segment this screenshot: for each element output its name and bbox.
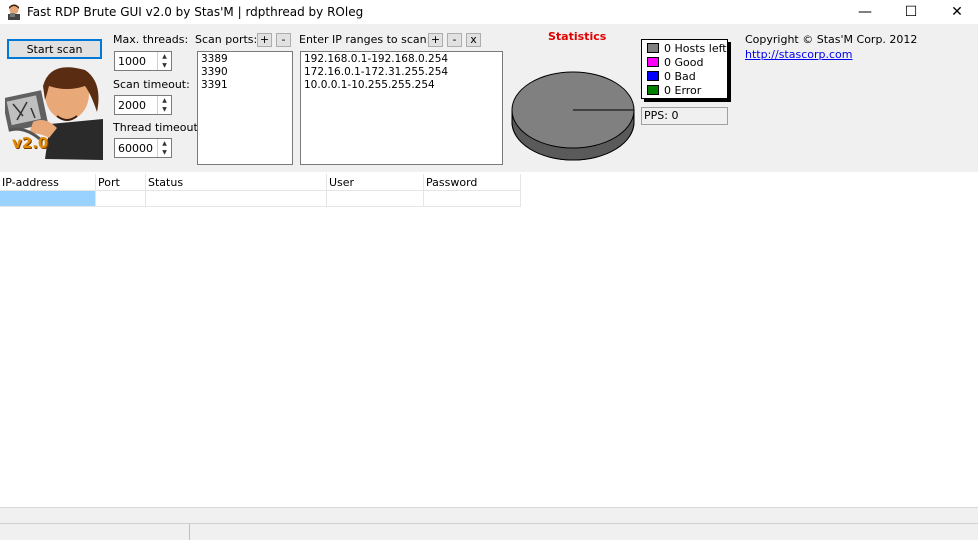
column-header-port[interactable]: Port [96,174,146,191]
max-threads-spinner[interactable]: 1000 ▲ ▼ [114,51,172,71]
spin-up-icon[interactable]: ▲ [158,96,171,105]
legend-item-error: 0 Error [647,83,701,97]
copyright-text: Copyright © Stas'M Corp. 2012 [745,33,918,46]
results-table-header: IP-address Port Status User Password [0,174,521,191]
table-row[interactable] [0,191,521,207]
thread-timeout-spinner[interactable]: 60000 ▲ ▼ [114,138,172,158]
close-icon: ✕ [951,4,963,20]
list-item[interactable]: 192.168.0.1-192.168.0.254 [304,53,499,66]
max-threads-value: 1000 [118,55,146,68]
list-item[interactable]: 10.0.0.1-10.255.255.254 [304,79,499,92]
scan-timeout-spinner[interactable]: 2000 ▲ ▼ [114,95,172,115]
legend-swatch [647,57,659,67]
pps-counter: PPS: 0 [641,107,728,125]
table-cell[interactable] [327,191,424,207]
status-bar [0,507,978,540]
minimize-icon: — [858,4,872,20]
legend-swatch [647,43,659,53]
remove-port-button[interactable]: - [276,33,291,47]
add-port-button[interactable]: + [257,33,272,47]
list-item[interactable]: 3391 [201,79,289,92]
spin-down-icon[interactable]: ▼ [158,61,171,70]
spin-up-icon[interactable]: ▲ [158,139,171,148]
legend-swatch [647,71,659,81]
ports-list[interactable]: 3389 3390 3391 [197,51,293,165]
table-cell[interactable] [424,191,521,207]
spin-down-icon[interactable]: ▼ [158,105,171,114]
statistics-pie-chart [511,71,635,161]
list-item[interactable]: 172.16.0.1-172.31.255.254 [304,66,499,79]
list-item[interactable]: 3389 [201,53,289,66]
maximize-icon: ☐ [904,4,918,20]
add-range-button[interactable]: + [428,33,443,47]
max-threads-label: Max. threads: [113,33,189,46]
logo-version-text: v2.0 [12,134,49,152]
selected-cell[interactable] [0,191,96,207]
website-link[interactable]: http://stascorp.com [745,48,853,61]
spin-down-icon[interactable]: ▼ [158,148,171,157]
scan-timeout-label: Scan timeout: [113,78,190,91]
clear-ranges-button[interactable]: x [466,33,481,47]
list-item[interactable]: 3390 [201,66,289,79]
control-panel: Start scan v2.0 Max. threads: 1000 ▲ ▼ Sc… [0,24,978,172]
title-bar: Fast RDP Brute GUI v2.0 by Stas'M | rdpt… [0,0,978,24]
column-header-ip-address[interactable]: IP-address [0,174,96,191]
column-header-status[interactable]: Status [146,174,327,191]
close-button[interactable]: ✕ [934,0,978,24]
legend-item-good: 0 Good [647,55,703,69]
ip-ranges-list[interactable]: 192.168.0.1-192.168.0.254 172.16.0.1-172… [300,51,503,165]
scan-ports-label: Scan ports: [195,33,258,46]
legend-swatch [647,85,659,95]
scan-timeout-value: 2000 [118,99,146,112]
window-title: Fast RDP Brute GUI v2.0 by Stas'M | rdpt… [27,5,364,19]
table-cell[interactable] [96,191,146,207]
app-logo-icon [6,4,22,20]
ip-ranges-label: Enter IP ranges to scan: [299,33,431,46]
legend-item-bad: 0 Bad [647,69,696,83]
thread-timeout-value: 60000 [118,142,153,155]
minimize-button[interactable]: — [842,0,888,24]
column-header-user[interactable]: User [327,174,424,191]
table-cell[interactable] [146,191,327,207]
remove-range-button[interactable]: - [447,33,462,47]
spin-up-icon[interactable]: ▲ [158,52,171,61]
status-bar-separator [189,524,190,540]
statistics-title: Statistics [548,30,607,43]
status-bar-divider [0,523,978,524]
thread-timeout-label: Thread timeout: [113,121,202,134]
maximize-button[interactable]: ☐ [888,0,934,24]
statistics-legend: 0 Hosts left 0 Good 0 Bad 0 Error [641,39,728,99]
start-scan-button[interactable]: Start scan [7,39,102,59]
column-header-password[interactable]: Password [424,174,521,191]
legend-item-hosts-left: 0 Hosts left [647,41,727,55]
